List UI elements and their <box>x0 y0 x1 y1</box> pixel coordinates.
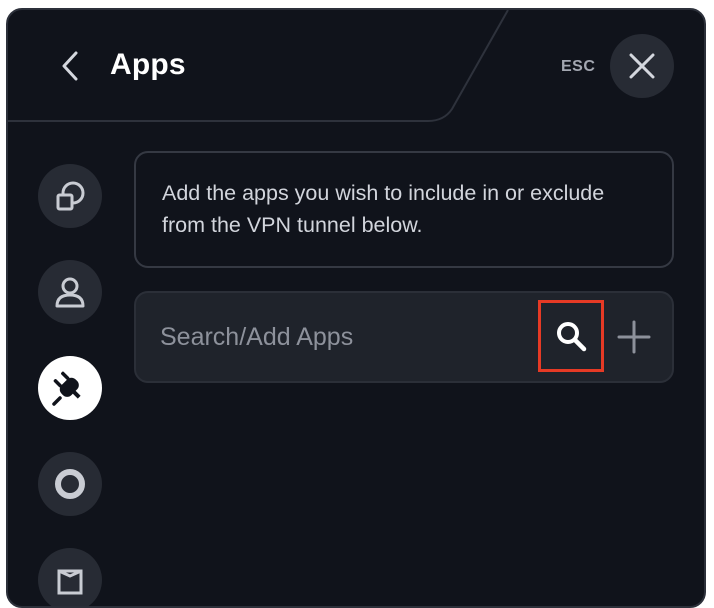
overlapping-squares-icon <box>56 181 85 211</box>
page-title: Apps <box>110 48 186 81</box>
plus-icon <box>617 320 651 354</box>
ring-icon <box>55 469 85 499</box>
esc-label: ESC <box>561 58 596 75</box>
search-input[interactable] <box>160 313 520 361</box>
user-icon <box>55 277 85 308</box>
box-icon <box>57 569 83 595</box>
back-button[interactable] <box>50 46 90 86</box>
settings-window: Apps ESC Add the apps you wish to includ… <box>6 8 706 608</box>
close-icon <box>629 53 655 79</box>
search-bar <box>134 291 674 383</box>
add-app-button[interactable] <box>610 313 658 361</box>
plug-icon <box>52 371 81 406</box>
sidebar-item-general[interactable] <box>38 164 102 228</box>
sidebar-item-connection[interactable] <box>38 452 102 516</box>
sidebar-item-account[interactable] <box>38 260 102 324</box>
chevron-left-icon <box>62 51 78 81</box>
info-box: Add the apps you wish to include in or e… <box>134 151 674 268</box>
search-button[interactable] <box>538 300 604 372</box>
close-button[interactable] <box>610 34 674 98</box>
sidebar-item-other[interactable] <box>38 548 102 606</box>
sidebar-item-split-tunneling[interactable] <box>38 356 102 420</box>
search-icon <box>557 322 587 352</box>
info-text: Add the apps you wish to include in or e… <box>162 181 605 237</box>
